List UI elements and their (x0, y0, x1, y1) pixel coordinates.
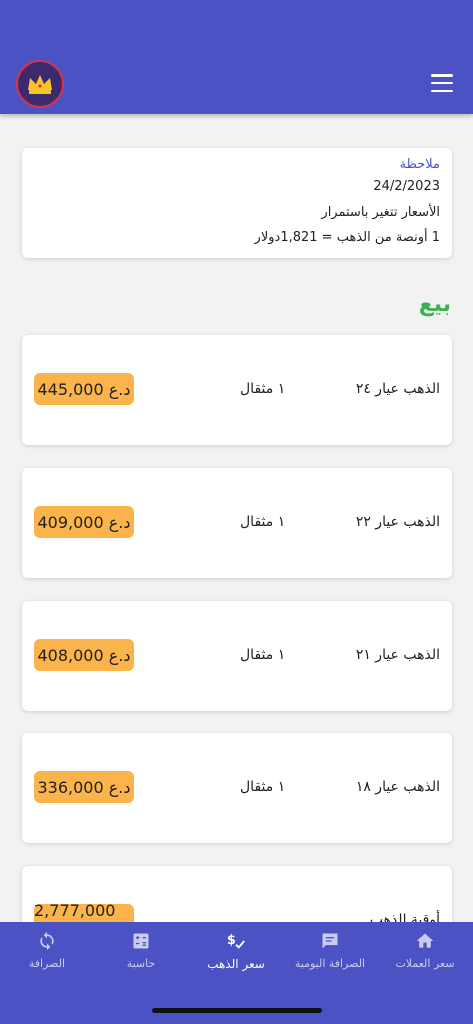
price-badge: 445,000 د.ع (34, 373, 134, 405)
nav-exchange[interactable]: الصرافة (0, 930, 94, 980)
nav-label: حاسبة (126, 957, 156, 970)
hamburger-menu-icon[interactable] (431, 74, 453, 92)
home-indicator[interactable] (152, 1008, 322, 1013)
nav-label: سعر الذهب (207, 957, 265, 971)
svg-text:$: $ (227, 933, 236, 948)
price-card-21k[interactable]: الذهب عيار ٢١ ١ مثقال 408,000 د.ع (22, 601, 452, 711)
crown-logo-icon[interactable] (16, 60, 64, 108)
nav-calculator[interactable]: حاسبة (94, 930, 188, 980)
note-ounce-price: 1 أونصة من الذهب = 1,821دولار (254, 230, 440, 245)
note-card: ملاحظة 24/2/2023 الأسعار تتغير باستمرار … (22, 148, 452, 258)
unit-label: ١ مثقال (240, 779, 286, 795)
nav-label: سعر العملات (395, 957, 455, 970)
nav-label: الصرافة (28, 957, 66, 970)
karat-label: الذهب عيار ٢١ (355, 647, 440, 663)
unit-label: ١ مثقال (240, 381, 286, 397)
karat-label: الذهب عيار ١٨ (355, 779, 440, 795)
unit-label: ١ مثقال (240, 647, 286, 663)
note-title: ملاحظة (399, 157, 440, 172)
nav-label: الصرافة اليومية (294, 957, 366, 970)
nav-gold-price[interactable]: $ سعر الذهب (189, 930, 283, 980)
price-badge: 409,000 د.ع (34, 506, 134, 538)
price-badge: 336,000 د.ع (34, 771, 134, 803)
nav-currency-rates[interactable]: سعر العملات (378, 930, 472, 980)
karat-label: الذهب عيار ٢٤ (355, 381, 440, 397)
price-card-18k[interactable]: الذهب عيار ١٨ ١ مثقال 336,000 د.ع (22, 733, 452, 843)
note-date: 24/2/2023 (373, 179, 440, 194)
note-message: الأسعار تتغير باستمرار (321, 205, 440, 220)
karat-label: الذهب عيار ٢٢ (355, 514, 440, 530)
price-card-24k[interactable]: الذهب عيار ٢٤ ١ مثقال 445,000 د.ع (22, 335, 452, 445)
home-icon (414, 930, 436, 952)
sell-section-title: بيع (418, 292, 451, 317)
calculator-icon (130, 930, 152, 952)
unit-label: ١ مثقال (240, 514, 286, 530)
price-badge: 408,000 د.ع (34, 639, 134, 671)
chat-icon (319, 930, 341, 952)
price-card-22k[interactable]: الذهب عيار ٢٢ ١ مثقال 409,000 د.ع (22, 468, 452, 578)
app-bar (0, 0, 473, 114)
nav-daily-exchange[interactable]: الصرافة اليومية (283, 930, 377, 980)
sync-icon (36, 930, 58, 952)
gold-price-icon: $ (225, 930, 247, 952)
